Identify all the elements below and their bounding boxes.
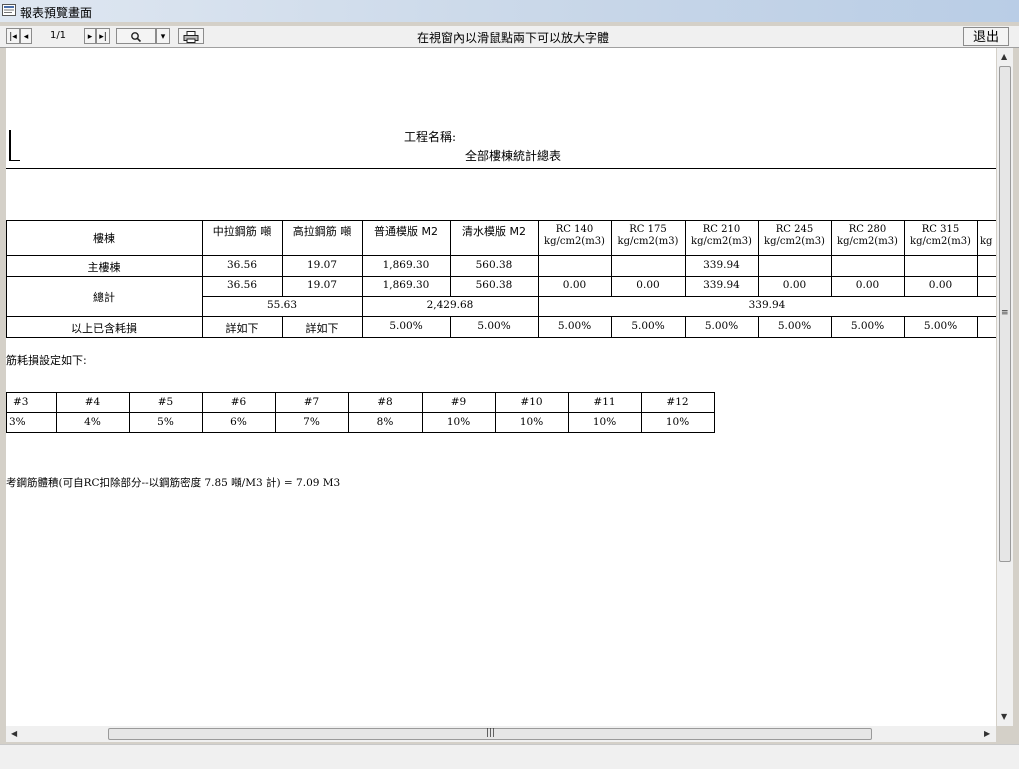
- header-rc315: RC 315 kg/cm2(m3): [910, 224, 971, 247]
- exit-button[interactable]: 退出: [963, 27, 1009, 46]
- status-bar: [0, 744, 1019, 769]
- window-titlebar: 報表預覽畫面: [0, 0, 1019, 22]
- rebar-volume-note: 考鋼筋體積(可自RC扣除部分--以鋼筋密度 7.85 噸/M3 計) = 7.0…: [6, 477, 341, 489]
- magnifier-icon: [131, 31, 142, 42]
- zoom-dropdown-button[interactable]: ▾: [156, 28, 170, 44]
- header-rc245: RC 245 kg/cm2(m3): [764, 224, 825, 247]
- table-cell: 詳如下: [225, 322, 259, 335]
- sum-formwork: 2,429.68: [426, 299, 474, 311]
- header-fair-form: 清水模版 M2: [462, 225, 526, 238]
- rebar-size-header: #5: [157, 396, 174, 408]
- zoom-hint-text: 在視窗內以滑鼠點兩下可以放大字體: [417, 31, 610, 45]
- row-total-label: 總計: [93, 291, 115, 304]
- sum-concrete: 339.94: [748, 299, 786, 311]
- sum-rebar: 55.63: [266, 299, 298, 311]
- table-cell: 0.00: [636, 279, 660, 291]
- header-building: 樓棟: [93, 232, 115, 245]
- table-cell: 5.00%: [557, 320, 592, 332]
- rebar-loss-value: 10%: [592, 416, 617, 428]
- table-cell: 560.38: [475, 259, 513, 271]
- header-rule: [6, 168, 996, 169]
- project-name-label: 工程名稱:: [404, 130, 457, 144]
- rebar-loss-value: 8%: [376, 416, 394, 428]
- report-subtitle: 全部樓棟統計總表: [465, 149, 562, 163]
- table-cell: 0.00: [855, 279, 880, 291]
- rebar-size-header: #9: [450, 396, 467, 408]
- rebar-size-header: #4: [84, 396, 101, 408]
- rebar-size-header: #3: [13, 396, 29, 408]
- prev-page-icon: ◂: [23, 32, 29, 42]
- table-cell: 5.00%: [850, 320, 885, 332]
- table-cell: 0.00: [562, 279, 587, 291]
- header-rc140: RC 140 kg/cm2(m3): [544, 224, 605, 247]
- header-truncated: kg: [980, 236, 993, 247]
- preview-toolbar: |◂ ◂ 1/1 ▸ ▸| ▾ 在視窗內以滑鼠點兩下可以放大字體: [0, 26, 1019, 48]
- app-icon: [2, 4, 16, 16]
- header-mid-rebar: 中拉鋼筋 噸: [212, 225, 272, 238]
- next-page-icon: ▸: [87, 32, 93, 42]
- last-page-icon: ▸|: [99, 32, 107, 42]
- row-loss-label: 以上已含耗損: [71, 322, 137, 335]
- table-cell: 339.94: [703, 259, 740, 271]
- table-cell: 19.07: [306, 279, 338, 291]
- scroll-down-icon[interactable]: ▼: [1001, 712, 1007, 721]
- table-cell: 0.00: [782, 279, 807, 291]
- chevron-down-icon: ▾: [160, 32, 166, 42]
- header-high-rebar: 高拉鋼筋 噸: [292, 225, 352, 238]
- table-cell: 36.56: [226, 259, 258, 271]
- table-cell: 339.94: [703, 279, 740, 291]
- text-cursor-marker-base: [9, 160, 20, 161]
- rebar-loss-value: 4%: [84, 416, 101, 428]
- loss-settings-note: 筋耗損設定如下:: [6, 354, 87, 367]
- table-cell: 5.00%: [923, 320, 958, 332]
- rebar-loss-value: 6%: [230, 416, 247, 428]
- table-cell: 5.00%: [477, 320, 511, 332]
- prev-page-button[interactable]: ◂: [20, 28, 32, 44]
- header-rc280: RC 280 kg/cm2(m3): [837, 224, 898, 247]
- text-cursor-marker: [9, 130, 11, 160]
- rebar-size-header: #7: [303, 396, 320, 408]
- grip-icon: |||: [486, 728, 496, 738]
- rebar-loss-value: 10%: [665, 416, 690, 428]
- rebar-loss-value: 10%: [446, 416, 471, 428]
- zoom-button[interactable]: [116, 28, 156, 44]
- first-page-button[interactable]: |◂: [6, 28, 20, 44]
- rebar-loss-value: 7%: [303, 416, 320, 428]
- grip-icon: ≡: [1001, 308, 1009, 318]
- rebar-size-header: #11: [593, 396, 616, 408]
- rebar-loss-value: 10%: [519, 416, 544, 428]
- scroll-up-icon[interactable]: ▲: [1001, 52, 1007, 61]
- rebar-loss-value: 5%: [157, 416, 174, 428]
- table-cell: 36.56: [226, 279, 258, 291]
- table-cell: 0.00: [928, 279, 953, 291]
- header-rc175: RC 175 kg/cm2(m3): [617, 224, 679, 247]
- scroll-right-icon[interactable]: ▶: [984, 729, 990, 738]
- next-page-button[interactable]: ▸: [84, 28, 96, 44]
- rebar-size-header: #10: [520, 396, 543, 408]
- print-button[interactable]: [178, 28, 204, 44]
- rebar-size-header: #12: [666, 396, 689, 408]
- last-page-button[interactable]: ▸|: [96, 28, 110, 44]
- report-page: 工程名稱: 全部樓棟統計總表 樓棟 中拉鋼筋 噸 高拉鋼筋 噸 普通模版 M2 …: [6, 48, 996, 726]
- rebar-size-header: #8: [377, 396, 393, 408]
- table-cell: 5.00%: [704, 320, 739, 332]
- printer-icon: [183, 30, 199, 43]
- scroll-left-icon[interactable]: ◀: [11, 729, 17, 738]
- window-title: 報表預覽畫面: [20, 6, 93, 20]
- header-normal-form: 普通模版 M2: [374, 225, 438, 238]
- first-page-icon: |◂: [9, 32, 17, 42]
- row-main-label: 主樓棟: [87, 261, 121, 274]
- table-cell: 5.00%: [777, 320, 812, 332]
- rebar-loss-value: 3%: [9, 416, 26, 428]
- table-cell: 5.00%: [389, 320, 423, 332]
- rebar-size-header: #6: [230, 396, 247, 408]
- table-cell: 19.07: [306, 259, 338, 271]
- table-cell: 1,869.30: [382, 259, 430, 271]
- table-cell: 5.00%: [631, 320, 665, 332]
- table-cell: 1,869.30: [382, 279, 430, 291]
- header-rc210: RC 210 kg/cm2(m3): [691, 224, 752, 247]
- page-indicator: 1/1: [49, 30, 67, 41]
- table-cell: 詳如下: [305, 322, 339, 335]
- table-cell: 560.38: [475, 279, 513, 291]
